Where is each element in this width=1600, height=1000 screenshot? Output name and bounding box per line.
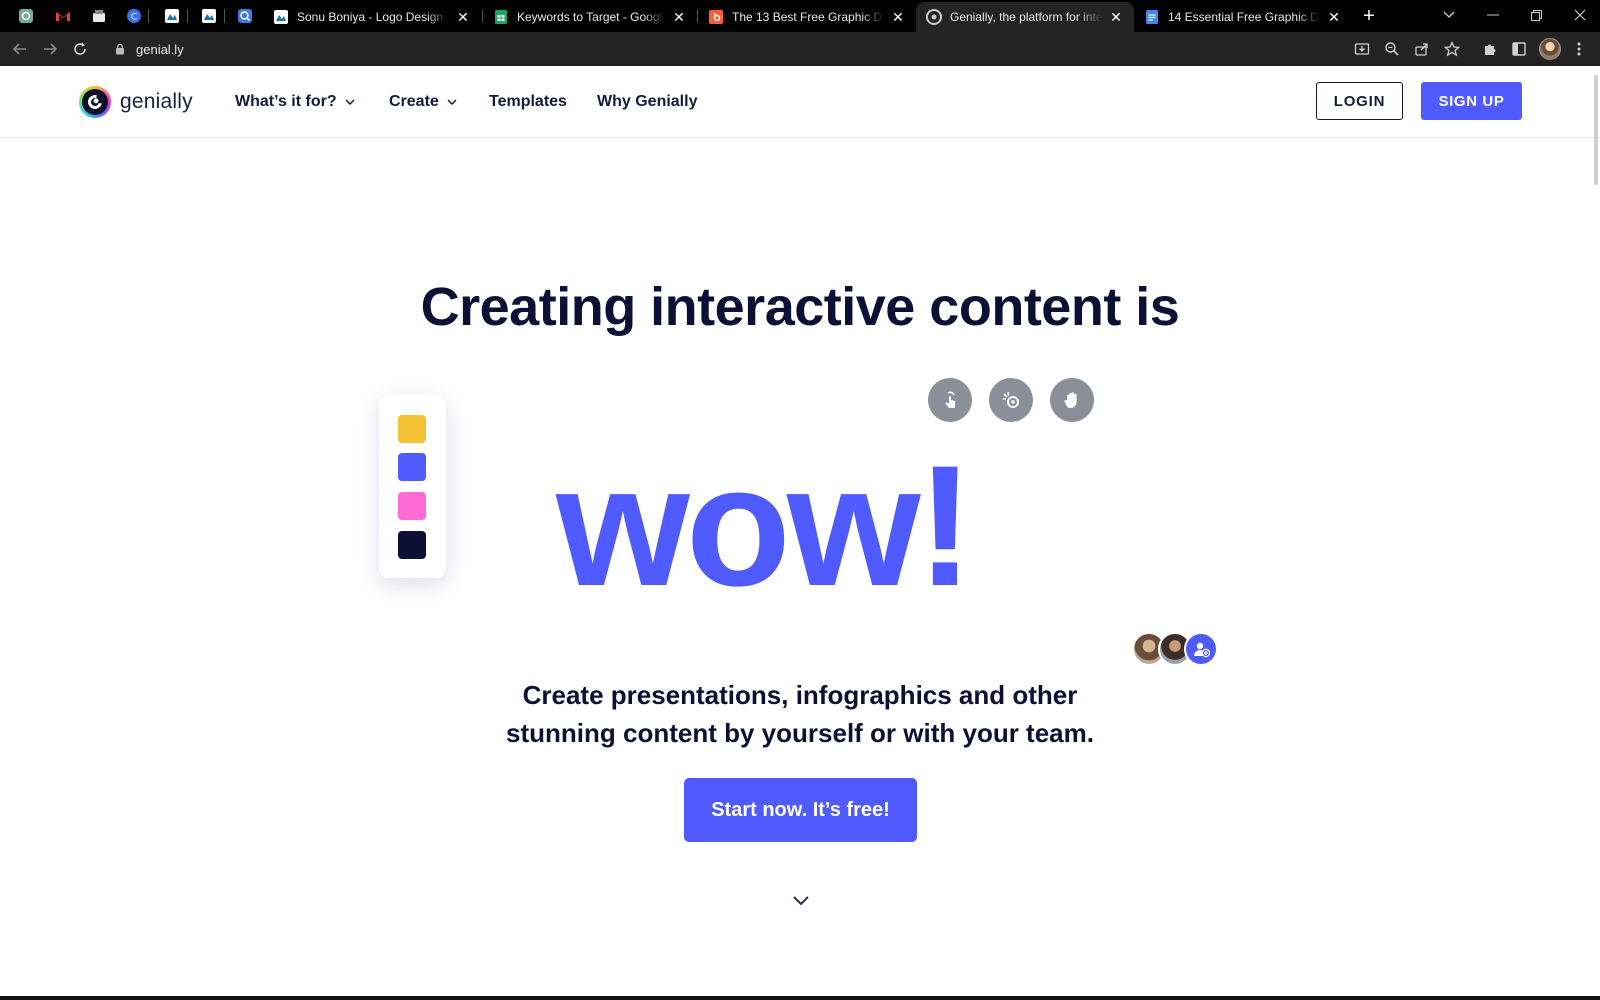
close-icon[interactable]: ✕ [1108, 9, 1124, 25]
browser-tab-bar: C Sonu Boniya - Logo Design spe ✕ Keywor… [0, 0, 1600, 32]
close-icon[interactable]: ✕ [455, 9, 471, 25]
add-user-icon [1184, 632, 1218, 666]
pinned-tab-canva-icon[interactable]: C [121, 4, 147, 28]
google-docs-favicon-icon [1144, 9, 1160, 25]
tab-essential-tools-doc[interactable]: 14 Essential Free Graphic Desig ✕ [1134, 2, 1352, 32]
forward-arrow-icon[interactable] [40, 39, 60, 59]
minimize-icon[interactable] [1475, 0, 1511, 30]
page-scrollbar[interactable] [1594, 75, 1598, 185]
hero-subtitle-line: Create presentations, infographics and o… [522, 680, 1078, 710]
svg-text:C: C [131, 13, 137, 23]
sheet-brand-favicon-icon [273, 9, 289, 25]
swatch-navy[interactable] [398, 531, 426, 559]
nav-label: Templates [489, 93, 567, 110]
tab-title: Keywords to Target - Google Sh [517, 10, 665, 24]
scroll-down-chevron-icon[interactable] [791, 893, 811, 907]
tab-title: The 13 Best Free Graphic Design [732, 10, 884, 24]
nav-templates[interactable]: Templates [489, 90, 567, 114]
hero-wow-word: wow! [556, 430, 974, 622]
nav-create[interactable]: Create [389, 90, 457, 114]
tab-genially-active[interactable]: Genially, the platform for intera ✕ [916, 2, 1134, 32]
pinned-tab-search-icon[interactable] [232, 4, 258, 28]
restore-icon[interactable] [1518, 0, 1554, 30]
new-tab-plus-icon[interactable]: + [1357, 4, 1381, 28]
tab-sonu-boniya[interactable]: Sonu Boniya - Logo Design spe ✕ [263, 2, 481, 32]
side-panel-icon[interactable] [1509, 39, 1529, 59]
google-sheets-favicon-icon [493, 9, 509, 25]
url-text: genial.ly [136, 41, 184, 57]
start-now-button[interactable]: Start now. It’s free! [684, 778, 917, 842]
tab-title: Genially, the platform for intera [950, 10, 1102, 24]
login-button[interactable]: LOGIN [1316, 82, 1403, 120]
swatch-blue[interactable] [398, 453, 426, 481]
hero-subtitle: Create presentations, infographics and o… [0, 676, 1600, 752]
swatch-yellow[interactable] [398, 415, 426, 443]
chevron-down-icon [345, 99, 355, 106]
tab-title: Sonu Boniya - Logo Design spe [297, 10, 449, 24]
double-tap-icon [989, 378, 1033, 422]
lock-icon [116, 43, 124, 55]
page-bottom-edge [0, 996, 1600, 1000]
close-window-icon[interactable] [1562, 0, 1598, 30]
pinned-tab-image-icon[interactable] [159, 4, 185, 28]
profile-avatar[interactable] [1539, 38, 1561, 60]
tab-search-chevron-icon[interactable] [1431, 0, 1467, 30]
nav-why-genially[interactable]: Why Genially [597, 90, 697, 114]
close-icon[interactable]: ✕ [1326, 9, 1342, 25]
pinned-tab-image2-icon[interactable] [196, 4, 222, 28]
sign-up-button[interactable]: SIGN UP [1421, 82, 1522, 120]
install-app-icon[interactable] [1352, 39, 1372, 59]
nav-whats-it-for[interactable]: What’s it for? [235, 90, 355, 114]
pinned-tab-chatgpt-icon[interactable] [13, 4, 39, 28]
extensions-puzzle-icon[interactable] [1480, 39, 1500, 59]
reload-icon[interactable] [70, 39, 90, 59]
share-icon[interactable] [1412, 39, 1432, 59]
color-palette-card [379, 395, 446, 578]
address-bar[interactable]: genial.ly [102, 35, 1332, 63]
collaborators-avatars [1132, 632, 1218, 666]
nav-label: Why Genially [597, 93, 698, 110]
genially-logo[interactable]: genially [79, 84, 193, 120]
nav-label: What’s it for? [235, 93, 337, 110]
chevron-down-icon [447, 99, 457, 106]
close-icon[interactable]: ✕ [890, 9, 906, 25]
tap-icon [928, 378, 972, 422]
tab-title: 14 Essential Free Graphic Desig [1168, 10, 1320, 24]
browser-menu-kebab-icon[interactable] [1569, 39, 1589, 59]
close-icon[interactable]: ✕ [671, 9, 687, 25]
genially-favicon-icon [926, 9, 942, 25]
hand-grab-icon [1050, 378, 1094, 422]
back-arrow-icon[interactable] [10, 39, 30, 59]
swatch-pink[interactable] [398, 492, 426, 520]
hero-title: Creating interactive content is [420, 277, 1180, 337]
logo-wordmark: genially [120, 90, 193, 113]
pinned-tab-gmail-icon[interactable] [50, 4, 76, 28]
hubspot-favicon-icon [708, 9, 724, 25]
tab-hubspot-article[interactable]: The 13 Best Free Graphic Design ✕ [698, 2, 916, 32]
site-header: genially What’s it for? Create Templates… [0, 66, 1600, 138]
genially-logo-icon [79, 86, 111, 118]
tab-keywords-sheet[interactable]: Keywords to Target - Google Sh ✕ [483, 2, 697, 32]
browser-toolbar: genial.ly [0, 32, 1600, 66]
pinned-tab-store-icon[interactable] [86, 4, 112, 28]
bookmark-star-icon[interactable] [1442, 39, 1462, 59]
nav-label: Create [389, 93, 439, 110]
zoom-icon[interactable] [1382, 39, 1402, 59]
hero-subtitle-line: stunning content by yourself or with you… [506, 718, 1094, 748]
